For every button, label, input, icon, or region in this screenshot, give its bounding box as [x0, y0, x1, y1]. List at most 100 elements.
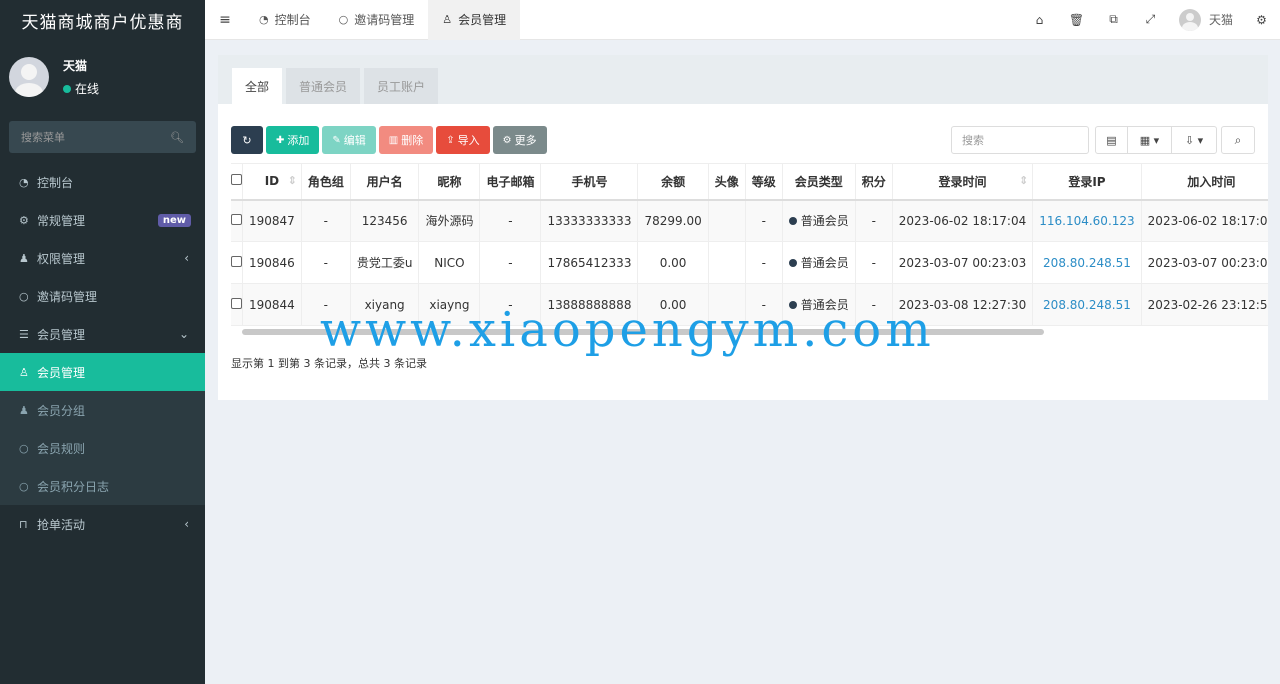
col-level: 等级 [745, 163, 783, 201]
sidebar-item-invite[interactable]: ○ 邀请码管理 [0, 277, 205, 315]
table-header-row: ID 角色组 用户名 昵称 电子邮箱 手机号 余额 头像 等级 会员类型 积分 … [231, 163, 1268, 201]
tab-all[interactable]: 全部 [232, 68, 283, 104]
tab-member[interactable]: ♙ 会员管理 [428, 0, 521, 40]
gear-icon[interactable]: ⚙ [1243, 13, 1280, 27]
delete-button[interactable]: ▥ 删除 [378, 126, 434, 154]
sidebar-item-member-groups[interactable]: ♟ 会员分组 [0, 391, 205, 429]
user-status: 在线 [63, 80, 99, 97]
user-icon: ♙ [19, 365, 29, 379]
fullscreen-icon[interactable]: ⤢ [1132, 12, 1169, 27]
table-cell [708, 199, 746, 242]
tab-normal-member[interactable]: 普通会员 [286, 68, 361, 104]
group-icon: ♟ [19, 251, 29, 265]
more-button[interactable]: ⚙ 更多 [492, 126, 547, 154]
col-mobile: 手机号 [540, 163, 639, 201]
table-cell: - [479, 199, 542, 242]
card-view-icon[interactable]: ▤ [1096, 127, 1128, 153]
chevron-left-icon: ‹ [184, 517, 189, 531]
row-checkbox[interactable] [231, 241, 243, 284]
status-dot-icon [788, 259, 797, 267]
plus-icon: ✚ [276, 134, 285, 146]
col-avatar: 头像 [708, 163, 746, 201]
sidebar-item-score-log[interactable]: ○ 会员积分日志 [0, 467, 205, 505]
advanced-search-button[interactable]: ⌕ [1221, 126, 1255, 154]
circle-icon: ○ [338, 13, 349, 26]
status-dot-icon [788, 217, 797, 226]
topbar-user[interactable]: 天猫 [1169, 8, 1243, 31]
sidebar-item-member-group[interactable]: ☰ 会员管理 ⌄ [0, 315, 205, 353]
table-cell: 190846 [242, 241, 302, 284]
col-balance: 余额 [637, 163, 709, 201]
col-member-type: 会员类型 [782, 163, 856, 201]
cog-icon: ⚙ [502, 134, 512, 146]
edit-button[interactable]: ✎ 编辑 [322, 126, 376, 154]
search-icon: ⌕ [1234, 132, 1242, 147]
import-button[interactable]: ⇪ 导入 [436, 126, 490, 154]
table-cell[interactable]: 208.80.248.51 [1032, 241, 1142, 284]
table-cell [708, 241, 746, 284]
col-login-time[interactable]: 登录时间 [892, 163, 1034, 201]
sidebar-search-placeholder: 搜索菜单 [21, 131, 65, 144]
avatar [1178, 8, 1201, 31]
translate-icon[interactable]: ⧉ [1095, 12, 1132, 27]
table-row[interactable]: 190847-123456 海外源码 -13333333333 78299.00- 普通… [231, 199, 1268, 242]
table-row[interactable]: 190846- 贵党工委u NICO -17865412333 0.00- 普通会员 -20… [231, 241, 1268, 284]
table-cell: 2023-02-26 23:12:55 [1141, 283, 1268, 326]
sidebar-item-auth[interactable]: ♟ 权限管理 ‹ [0, 239, 205, 277]
table-cell: - [745, 241, 783, 284]
table-cell: - [301, 241, 351, 284]
menu-toggle-icon[interactable]: ≡ [205, 12, 245, 28]
columns-icon[interactable]: ▦ ▾ [1128, 127, 1172, 153]
row-checkbox[interactable] [231, 283, 243, 326]
col-id[interactable]: ID [242, 163, 302, 201]
select-all-checkbox[interactable] [231, 163, 243, 201]
cogs-icon: ⚙ [19, 213, 29, 227]
trash-icon: ▥ [388, 134, 399, 146]
dashboard-icon: ◔ [19, 175, 29, 189]
user-icon: ♙ [442, 13, 453, 26]
tab-staff-account[interactable]: 员工账户 [364, 68, 439, 104]
col-join-time[interactable]: 加入时间 [1141, 163, 1268, 201]
table-cell: 2023-06-02 18:17:04 [1141, 199, 1268, 242]
pencil-icon: ✎ [332, 134, 341, 146]
col-login-ip: 登录IP [1032, 163, 1142, 201]
brand-title[interactable]: 天猫商城商户优惠商 [0, 0, 205, 40]
sidebar-item-member[interactable]: ♙ 会员管理 [0, 353, 205, 391]
col-email: 电子邮箱 [479, 163, 542, 201]
row-checkbox[interactable] [231, 199, 243, 242]
table-cell[interactable]: 116.104.60.123 [1032, 199, 1142, 242]
bookmark-icon: ⊓ [19, 517, 28, 531]
sidebar-item-dashboard[interactable]: ◔ 控制台 [0, 163, 205, 201]
user-panel: 天猫 在线 [0, 47, 205, 107]
sidebar-item-member-rules[interactable]: ○ 会员规则 [0, 429, 205, 467]
table-cell: 190847 [242, 199, 302, 242]
table-cell: 2023-03-07 00:23:03 [892, 241, 1034, 284]
chevron-left-icon: ‹ [184, 251, 189, 265]
avatar [9, 57, 49, 97]
export-icon[interactable]: ⇩ ▾ [1172, 127, 1216, 153]
table-cell: 78299.00 [637, 199, 709, 242]
dashboard-icon: ◔ [259, 13, 269, 26]
upload-icon: ⇪ [446, 134, 455, 146]
table-cell: 贵党工委u [350, 241, 420, 284]
trash-icon[interactable]: 🗑︎ [1058, 13, 1095, 27]
home-icon[interactable]: ⌂ [1021, 13, 1058, 27]
online-dot-icon [63, 84, 71, 93]
table-cell[interactable]: 208.80.248.51 [1032, 283, 1142, 326]
circle-icon: ○ [19, 441, 29, 455]
chevron-down-icon: ⌄ [178, 327, 189, 341]
sidebar-item-general[interactable]: ⚙ 常规管理 new [0, 201, 205, 239]
tab-invite[interactable]: ○ 邀请码管理 [325, 0, 429, 40]
topbar: ≡ ◔ 控制台 ○ 邀请码管理 ♙ 会员管理 ⌂ 🗑︎ ⧉ ⤢ 天猫 ⚙ [205, 0, 1280, 40]
sidebar-item-grab-order[interactable]: ⊓ 抢单活动 ‹ [0, 505, 205, 543]
table-cell: 2023-03-07 00:23:03 [1141, 241, 1268, 284]
table-toolbar: ↻ ✚ 添加 ✎ 编辑 ▥ 删除 ⇪ 导入 ⚙ 更多 搜索 ▤ ▦ ▾ ⇩ ▾ ⌕ [231, 126, 1255, 154]
refresh-button[interactable]: ↻ [231, 126, 263, 154]
search-icon[interactable]: 🔍︎ [170, 131, 184, 144]
table-cell: 2023-06-02 18:17:04 [892, 199, 1034, 242]
list-icon: ☰ [19, 327, 29, 341]
table-search-input[interactable]: 搜索 [951, 126, 1089, 154]
tab-dashboard[interactable]: ◔ 控制台 [245, 0, 325, 40]
add-button[interactable]: ✚ 添加 [266, 126, 320, 154]
sidebar-search-input[interactable]: 搜索菜单 🔍︎ [9, 121, 196, 153]
